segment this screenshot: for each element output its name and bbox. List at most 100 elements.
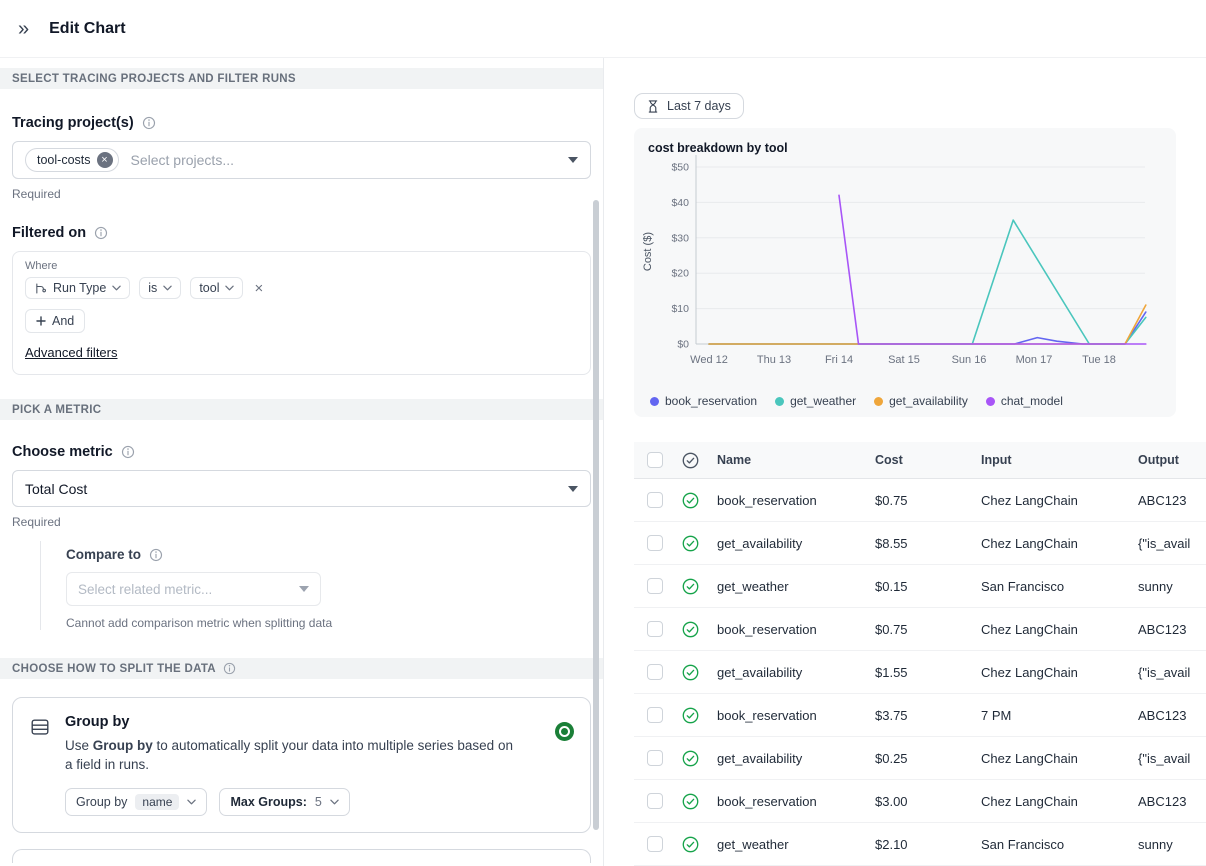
run-name[interactable]: book_reservation: [703, 794, 875, 809]
row-checkbox[interactable]: [647, 707, 663, 723]
filtered-on-label: Filtered on: [12, 225, 87, 241]
run-cost: $8.55: [875, 535, 908, 551]
project-chip-label: tool-costs: [37, 153, 91, 167]
run-output: sunny: [1138, 578, 1173, 594]
run-cost: $0.25: [875, 750, 908, 766]
row-checkbox[interactable]: [647, 793, 663, 809]
success-status-icon: [682, 664, 699, 680]
filter-value-button[interactable]: tool: [190, 277, 244, 299]
row-checkbox[interactable]: [647, 664, 663, 680]
table-row[interactable]: get_weather $2.10 San Francisco sunny: [634, 823, 1206, 866]
edit-chart-panel: SELECT TRACING PROJECTS AND FILTER RUNS …: [0, 58, 604, 866]
table-row[interactable]: get_weather $0.15 San Francisco sunny: [634, 565, 1206, 608]
legend-item[interactable]: get_availability: [874, 394, 968, 408]
success-status-icon: [682, 836, 699, 852]
row-status-cell: [669, 706, 703, 725]
chevron-down-icon: [187, 799, 197, 805]
project-chip[interactable]: tool-costs ×: [25, 148, 119, 172]
run-output: ABC123: [1138, 707, 1187, 723]
svg-text:Thu 13: Thu 13: [757, 354, 791, 366]
row-checkbox[interactable]: [647, 578, 663, 594]
time-range-chip[interactable]: Last 7 days: [634, 93, 744, 119]
legend-label: chat_model: [1000, 394, 1063, 408]
table-row[interactable]: book_reservation $0.75 Chez LangChain ABC12…: [634, 608, 1206, 651]
table-row[interactable]: book_reservation $0.75 Chez LangChain ABC12…: [634, 479, 1206, 522]
legend-item[interactable]: get_weather: [775, 394, 856, 408]
group-by-field-button[interactable]: Group by name: [65, 788, 208, 816]
table-header: Name Cost Input Output: [634, 442, 1206, 479]
chart-card: cost breakdown by tool Cost ($) $0 $10 $20…: [634, 128, 1176, 417]
chevron-down-icon: [299, 586, 309, 592]
add-and-filter-button[interactable]: And: [25, 309, 86, 333]
page-title: Edit Chart: [49, 19, 126, 37]
remove-filter-icon[interactable]: ×: [252, 281, 265, 296]
run-name[interactable]: get_availability: [703, 665, 875, 680]
metric-selected-value: Total Cost: [25, 480, 88, 497]
row-checkbox[interactable]: [647, 750, 663, 766]
runs-table: Name Cost Input Output book_reservation $…: [634, 442, 1206, 866]
group-by-title: Group by: [65, 714, 130, 730]
tracing-projects-label: Tracing project(s): [12, 115, 134, 131]
legend-item[interactable]: book_reservation: [650, 394, 757, 408]
status-column-icon: [682, 452, 699, 468]
vertical-scrollbar[interactable]: [593, 200, 599, 830]
filter-field-button[interactable]: Run Type: [25, 277, 131, 299]
row-checkbox[interactable]: [647, 492, 663, 508]
group-by-card[interactable]: Group by Use Group by to automatically s…: [12, 697, 591, 833]
projects-placeholder: Select projects...: [130, 152, 235, 168]
table-row[interactable]: book_reservation $3.00 Chez LangChain ABC12…: [634, 780, 1206, 823]
run-name[interactable]: book_reservation: [703, 708, 875, 723]
select-all-checkbox[interactable]: [647, 452, 663, 468]
svg-text:Mon 17: Mon 17: [1016, 354, 1053, 366]
info-icon[interactable]: [94, 226, 108, 240]
svg-text:$40: $40: [671, 197, 689, 209]
run-cost: $3.75: [875, 707, 908, 723]
svg-text:Fri 14: Fri 14: [825, 354, 853, 366]
required-hint: Required: [12, 515, 61, 529]
run-input: 7 PM: [981, 707, 1012, 723]
advanced-filters-link[interactable]: Advanced filters: [25, 345, 118, 360]
legend-item[interactable]: chat_model: [985, 394, 1063, 408]
run-input: Chez LangChain: [981, 664, 1078, 680]
legend-label: get_availability: [889, 394, 968, 408]
sidebar-collapse-icon[interactable]: »: [18, 19, 29, 39]
row-status-cell: [669, 620, 703, 639]
filter-operator-button[interactable]: is: [139, 277, 182, 299]
row-checkbox[interactable]: [647, 535, 663, 551]
compare-metric-placeholder: Select related metric...: [78, 581, 213, 597]
compare-metric-select: Select related metric...: [66, 572, 321, 606]
group-by-value-tag: name: [135, 794, 180, 810]
remove-project-icon[interactable]: ×: [96, 152, 113, 168]
max-groups-button[interactable]: Max Groups: 5: [219, 788, 350, 816]
time-range-label: Last 7 days: [667, 99, 731, 113]
info-icon[interactable]: [223, 662, 236, 675]
chevron-down-icon: [568, 485, 578, 492]
filtered-on-label-row: Filtered on: [12, 225, 591, 241]
svg-text:Tue 18: Tue 18: [1082, 354, 1116, 366]
run-name[interactable]: book_reservation: [703, 493, 875, 508]
chevron-down-icon: [225, 285, 235, 291]
info-icon[interactable]: [149, 548, 163, 562]
run-name[interactable]: get_weather: [703, 579, 875, 594]
table-row[interactable]: get_availability $8.55 Chez LangChain {"is_…: [634, 522, 1206, 565]
table-row[interactable]: get_availability $0.25 Chez LangChain {"is_…: [634, 737, 1206, 780]
run-name[interactable]: get_availability: [703, 536, 875, 551]
info-icon[interactable]: [142, 116, 156, 130]
preview-panel: Last 7 days cost breakdown by tool Cost …: [604, 58, 1206, 866]
row-checkbox-cell: [634, 793, 669, 809]
metric-select[interactable]: Total Cost: [12, 470, 591, 507]
table-row[interactable]: get_availability $1.55 Chez LangChain {"is_…: [634, 651, 1206, 694]
row-checkbox[interactable]: [647, 836, 663, 852]
run-name[interactable]: get_weather: [703, 837, 875, 852]
run-name[interactable]: book_reservation: [703, 622, 875, 637]
info-icon[interactable]: [121, 445, 135, 459]
chart-legend: book_reservation get_weather get_availabil…: [650, 394, 1063, 408]
table-row[interactable]: book_reservation $3.75 7 PM ABC123: [634, 694, 1206, 737]
group-by-radio[interactable]: [555, 722, 574, 741]
run-name[interactable]: get_availability: [703, 751, 875, 766]
column-header-output: Output: [1138, 453, 1179, 467]
projects-select[interactable]: tool-costs × Select projects...: [12, 141, 591, 179]
legend-label: book_reservation: [665, 394, 758, 408]
run-cost: $0.75: [875, 621, 908, 637]
row-checkbox[interactable]: [647, 621, 663, 637]
